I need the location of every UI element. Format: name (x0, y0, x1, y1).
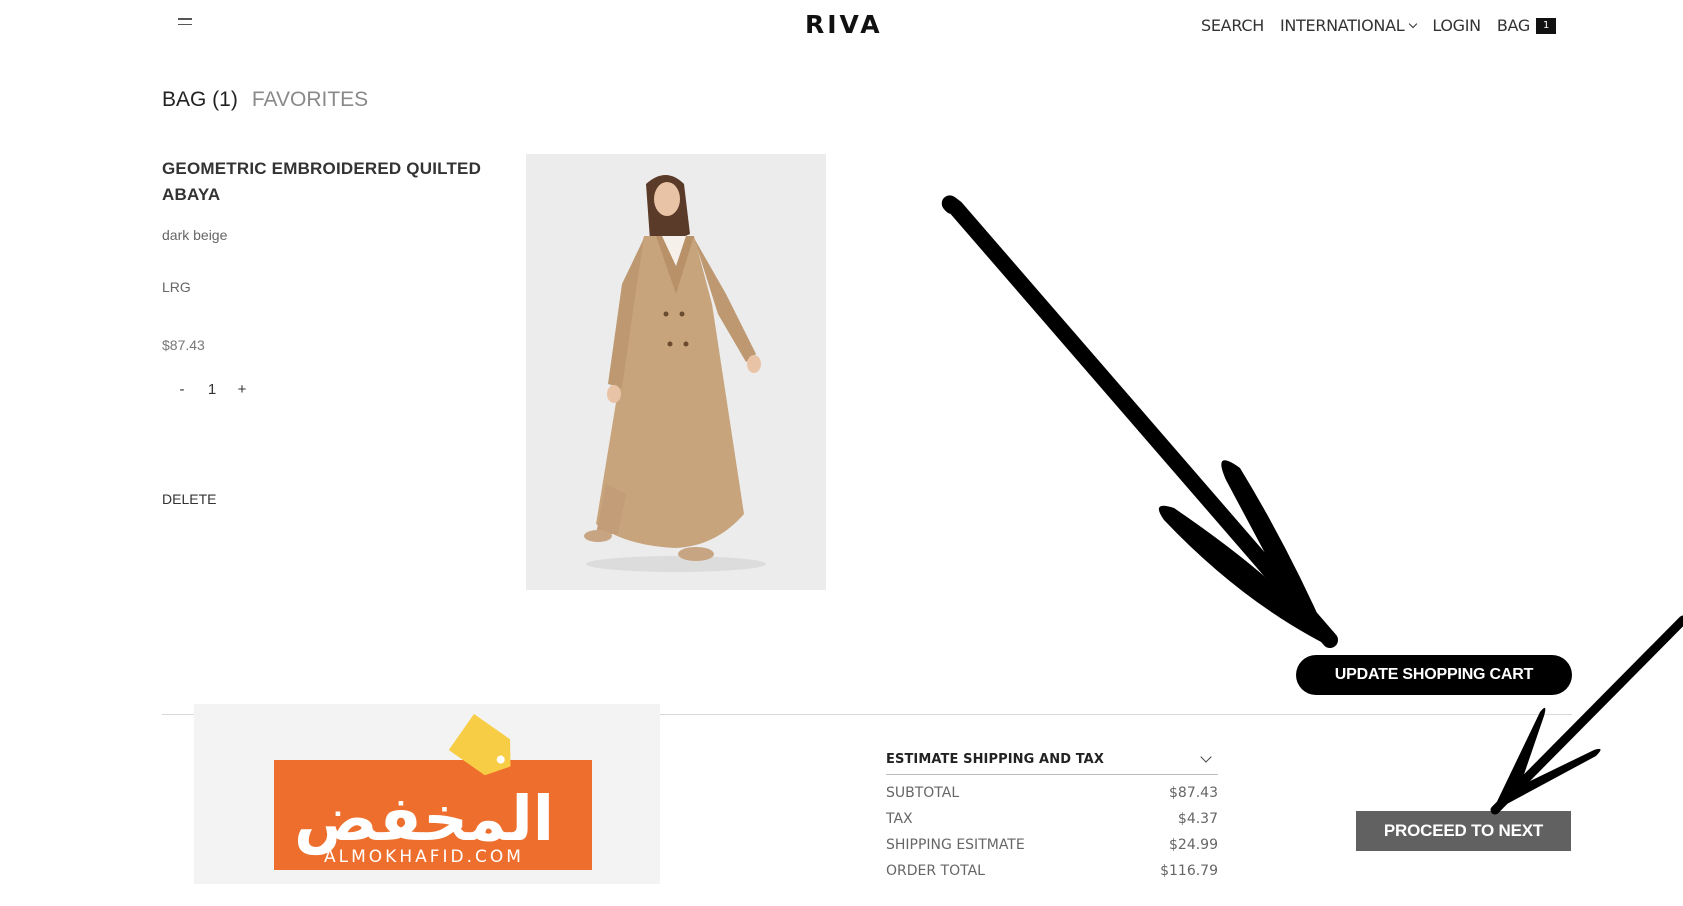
cart-tabs: BAG (1) FAVORITES (162, 88, 382, 112)
hamburger-menu-icon[interactable] (178, 18, 192, 30)
summary-label: TAX (886, 811, 913, 827)
summary-label: SUBTOTAL (886, 785, 960, 801)
almokhafid-logo: المخفض ALMOKHAFID.COM (274, 714, 592, 870)
quantity-decrease-button[interactable]: - (170, 381, 194, 398)
summary-row-subtotal: SUBTOTAL $87.43 (886, 775, 1218, 801)
estimate-shipping-label: ESTIMATE SHIPPING AND TAX (886, 752, 1104, 767)
watermark-arabic-text: المخفض (294, 782, 554, 856)
nav-international[interactable]: INTERNATIONAL (1279, 16, 1418, 35)
nav-bag-label: BAG (1496, 16, 1530, 35)
bag-count-badge: 1 (1536, 17, 1556, 34)
summary-value: $116.79 (1160, 863, 1218, 879)
quantity-value[interactable]: 1 (194, 381, 230, 398)
proceed-to-next-button[interactable]: PROCEED TO NEXT (1356, 811, 1571, 851)
product-name[interactable]: GEOMETRIC EMBROIDERED QUILTED ABAYA (162, 156, 492, 208)
nav-search[interactable]: SEARCH (1201, 16, 1264, 35)
arrow-to-update-cart (941, 195, 1338, 648)
estimate-shipping-toggle[interactable]: ESTIMATE SHIPPING AND TAX (886, 745, 1218, 775)
product-color: dark beige (162, 227, 228, 243)
almokhafid-watermark: المخفض ALMOKHAFID.COM (194, 704, 660, 884)
chevron-down-icon (1409, 19, 1418, 28)
tab-bag[interactable]: BAG (1) (162, 88, 238, 112)
product-image[interactable] (526, 154, 826, 590)
update-shopping-cart-button[interactable]: UPDATE SHOPPING CART (1296, 655, 1572, 695)
nav-search-label: SEARCH (1201, 16, 1264, 35)
riva-logo[interactable]: RIVA (805, 10, 883, 39)
order-summary: ESTIMATE SHIPPING AND TAX SUBTOTAL $87.4… (886, 745, 1218, 879)
summary-value: $4.37 (1177, 811, 1218, 827)
summary-row-order-total: ORDER TOTAL $116.79 (886, 853, 1218, 879)
product-size: LRG (162, 279, 191, 295)
product-price: $87.43 (162, 337, 205, 353)
tab-favorites[interactable]: FAVORITES (252, 88, 368, 112)
model-figure-illustration (526, 154, 826, 590)
nav-international-label: INTERNATIONAL (1279, 16, 1405, 35)
delete-item-link[interactable]: DELETE (162, 491, 216, 507)
summary-row-shipping: SHIPPING ESITMATE $24.99 (886, 827, 1218, 853)
arrow-to-proceed (1490, 615, 1683, 815)
summary-label: SHIPPING ESITMATE (886, 837, 1025, 853)
summary-value: $87.43 (1169, 785, 1218, 801)
summary-label: ORDER TOTAL (886, 863, 985, 879)
quantity-stepper: - 1 + (170, 381, 254, 398)
summary-value: $24.99 (1169, 837, 1218, 853)
nav-bag[interactable]: BAG 1 (1497, 16, 1556, 35)
watermark-latin-text: ALMOKHAFID.COM (324, 847, 524, 867)
chevron-down-icon (1200, 751, 1212, 763)
quantity-increase-button[interactable]: + (230, 381, 254, 398)
nav-login-label: LOGIN (1432, 16, 1481, 35)
summary-row-tax: TAX $4.37 (886, 801, 1218, 827)
top-navigation: SEARCH INTERNATIONAL LOGIN BAG 1 (1185, 16, 1556, 35)
nav-login[interactable]: LOGIN (1432, 16, 1481, 35)
